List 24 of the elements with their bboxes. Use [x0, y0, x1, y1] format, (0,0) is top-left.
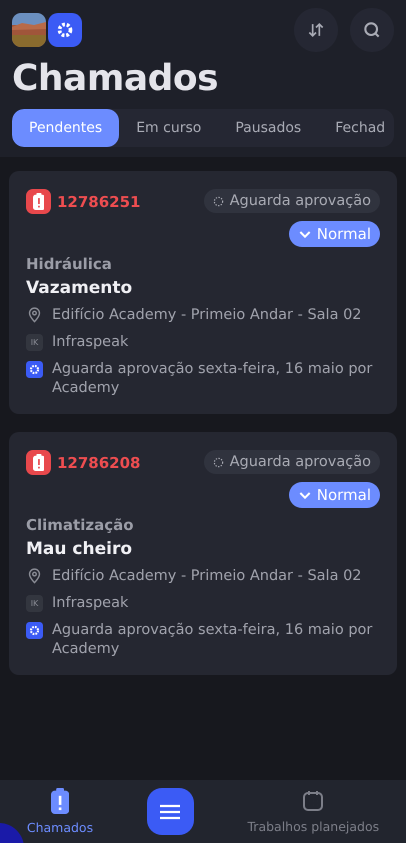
page-title: Chamados	[12, 58, 220, 99]
ticket-note: Aguarda aprovação sexta-feira, 16 maio por Academy	[52, 621, 374, 659]
nav-tab[interactable]: Chamados	[26, 788, 94, 835]
ticket-title: Vazamento	[26, 278, 134, 298]
ticket-company: Infraspeak	[52, 333, 128, 352]
tab[interactable]: Fechad	[318, 109, 394, 147]
ticket-card[interactable]: 12786251 Aguarda aprovação Normal Hidráulica Vazamento Edifício Academy - Primeio Andar - Sala 02 IK Infraspeak Aguarda aprovação sexta-feira, 16 maio por Academy	[9, 171, 397, 414]
ticket-location: Edifício Academy - Primeio Andar - Sala 02	[52, 567, 362, 586]
ticket-note: Aguarda aprovação sexta-feira, 16 maio por Academy	[52, 360, 374, 398]
status-text: Aguarda aprovação	[230, 454, 371, 470]
ticket-company: Infraspeak	[52, 594, 128, 613]
ticket-location: Edifício Academy - Primeio Andar - Sala 02	[52, 306, 362, 325]
ticket-card[interactable]: 12786208 Aguarda aprovação Normal Climatização Mau cheiro Edifício Academy - Primeio Andar - Sala 02 IK Infraspeak Aguarda aprovação sexta-feira, 16 maio por Academy	[9, 432, 397, 675]
ticket-number: 12786208	[57, 454, 140, 472]
company-initials: IK	[26, 334, 43, 351]
ticket-category: Climatização	[26, 516, 135, 534]
status-text: Aguarda aprovação	[230, 193, 371, 209]
company-initials: IK	[26, 595, 43, 612]
ticket-title: Mau cheiro	[26, 539, 134, 559]
tab[interactable]: Em curso	[119, 109, 218, 147]
tab[interactable]: Pausados	[218, 109, 318, 147]
ticket-category: Hidráulica	[26, 255, 113, 273]
nav-tab[interactable]: Trabalhos planejados	[248, 789, 380, 834]
ticket-number: 12786251	[57, 192, 140, 210]
